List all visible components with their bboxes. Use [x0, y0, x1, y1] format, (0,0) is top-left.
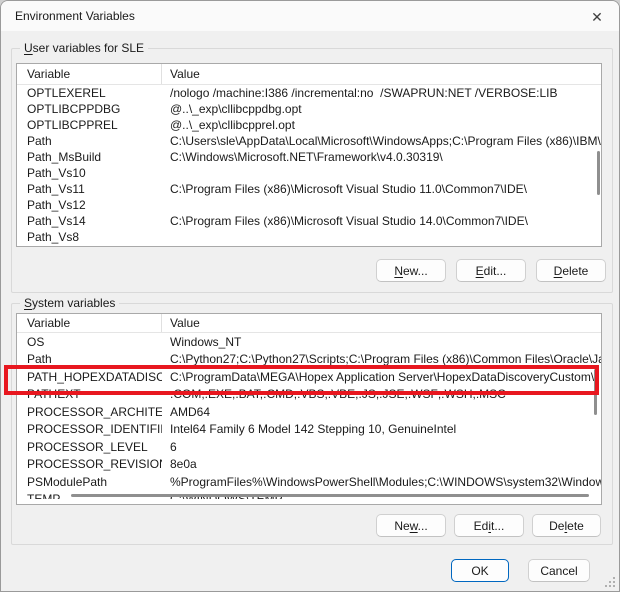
system-delete-button[interactable]: Delete	[532, 514, 601, 537]
user-new-button[interactable]: New...	[376, 259, 446, 282]
close-icon: ✕	[591, 9, 603, 26]
variable-name-cell: OPTLIBCPPDBG	[17, 102, 162, 116]
variable-value-cell: %ProgramFiles%\WindowsPowerShell\Modules…	[162, 475, 601, 489]
user-variable-row[interactable]: OPTLEXEREL /nologo /machine:I386 /increm…	[17, 85, 601, 101]
variable-name-cell: Path_Vs14	[17, 214, 162, 228]
user-variable-row[interactable]: Path_Vs11 C:\Program Files (x86)\Microso…	[17, 181, 601, 197]
user-variable-row[interactable]: Path_MsBuild C:\Windows\Microsoft.NET\Fr…	[17, 149, 601, 165]
user-variable-row[interactable]: OPTLIBCPPDBG @..\_exp\cllibcppdbg.opt	[17, 101, 601, 117]
user-variable-row[interactable]: Path C:\Users\sle\AppData\Local\Microsof…	[17, 133, 601, 149]
resize-grip[interactable]	[603, 575, 617, 589]
cancel-button[interactable]: Cancel	[528, 559, 590, 582]
variable-value-cell: 8e0a	[162, 457, 601, 471]
ok-button[interactable]: OK	[451, 559, 509, 582]
user-variables-table[interactable]: Variable Value OPTLEXEREL /nologo /machi…	[16, 63, 602, 247]
variable-name-cell: Path_Vs8	[17, 230, 162, 244]
variable-value-cell: C:\Program Files (x86)\Microsoft Visual …	[162, 182, 601, 196]
variable-name-cell: Path_MsBuild	[17, 150, 162, 164]
variable-name-cell: PSModulePath	[17, 475, 162, 489]
variable-name-cell: OPTLIBCPPREL	[17, 118, 162, 132]
title-bar: Environment Variables ✕	[1, 1, 619, 31]
variable-value-cell: Windows_NT	[162, 335, 601, 349]
close-button[interactable]: ✕	[587, 7, 607, 27]
variable-name-cell: Path_Vs12	[17, 198, 162, 212]
variable-value-cell: C:\Program Files (x86)\Microsoft Visual …	[162, 214, 601, 228]
variable-value-cell: 6	[162, 440, 601, 454]
variable-name-cell: Path_Vs11	[17, 182, 162, 196]
system-edit-button[interactable]: Edit...	[454, 514, 524, 537]
variable-value-cell: @..\_exp\cllibcpprel.opt	[162, 118, 601, 132]
user-table-vertical-scrollbar[interactable]	[597, 151, 600, 195]
variable-name-cell: OPTLEXEREL	[17, 86, 162, 100]
user-delete-button[interactable]: Delete	[536, 259, 606, 282]
system-variable-row[interactable]: PROCESSOR_LEVEL 6	[17, 438, 601, 456]
variable-name-cell: Path	[17, 134, 162, 148]
variable-value-cell: @..\_exp\cllibcppdbg.opt	[162, 102, 601, 116]
window-title: Environment Variables	[15, 1, 135, 31]
variable-name-cell: PROCESSOR_ARCHITECTURE	[17, 405, 162, 419]
highlight-annotation-box	[4, 365, 599, 395]
variable-value-cell: C:\Windows\Microsoft.NET\Framework\v4.0.…	[162, 150, 601, 164]
user-variable-row[interactable]: OPTLIBCPPREL @..\_exp\cllibcpprel.opt	[17, 117, 601, 133]
system-variable-row[interactable]: PROCESSOR_ARCHITECTURE AMD64	[17, 403, 601, 421]
user-variables-label: User variables for SLE	[20, 41, 148, 56]
system-table-horizontal-scrollbar[interactable]	[71, 494, 589, 497]
user-edit-button[interactable]: Edit...	[456, 259, 526, 282]
system-column-header-variable[interactable]: Variable	[17, 314, 162, 332]
system-variable-row[interactable]: PSModulePath %ProgramFiles%\WindowsPower…	[17, 473, 601, 491]
variable-name-cell: PROCESSOR_IDENTIFIER	[17, 422, 162, 436]
user-variable-row[interactable]: Path_Vs10	[17, 165, 601, 181]
variable-name-cell: Path_Vs10	[17, 166, 162, 180]
system-column-header-value[interactable]: Value	[162, 314, 601, 332]
user-column-header-variable[interactable]: Variable	[17, 64, 162, 84]
user-variable-row[interactable]: Path_Vs14 C:\Program Files (x86)\Microso…	[17, 213, 601, 229]
system-variables-label: System variables	[20, 296, 119, 311]
user-column-header-value[interactable]: Value	[162, 64, 601, 84]
environment-variables-dialog: Environment Variables ✕ User variables f…	[0, 0, 620, 592]
system-variable-row[interactable]: PROCESSOR_IDENTIFIER Intel64 Family 6 Mo…	[17, 421, 601, 439]
variable-value-cell: Intel64 Family 6 Model 142 Stepping 10, …	[162, 422, 601, 436]
variable-value-cell: C:\Users\sle\AppData\Local\Microsoft\Win…	[162, 134, 601, 148]
variable-name-cell: PROCESSOR_LEVEL	[17, 440, 162, 454]
variable-name-cell: PROCESSOR_REVISION	[17, 457, 162, 471]
system-variables-table[interactable]: Variable Value OS Windows_NT Path C:\Pyt…	[16, 313, 602, 505]
variable-value-cell: AMD64	[162, 405, 601, 419]
variable-name-cell: OS	[17, 335, 162, 349]
system-variable-row[interactable]: PROCESSOR_REVISION 8e0a	[17, 456, 601, 474]
system-variable-row[interactable]: OS Windows_NT	[17, 333, 601, 351]
user-variable-row[interactable]: Path_Vs12	[17, 197, 601, 213]
system-new-button[interactable]: New...	[376, 514, 446, 537]
user-variable-row[interactable]: Path_Vs8	[17, 229, 601, 245]
variable-value-cell: /nologo /machine:I386 /incremental:no /S…	[162, 86, 601, 100]
